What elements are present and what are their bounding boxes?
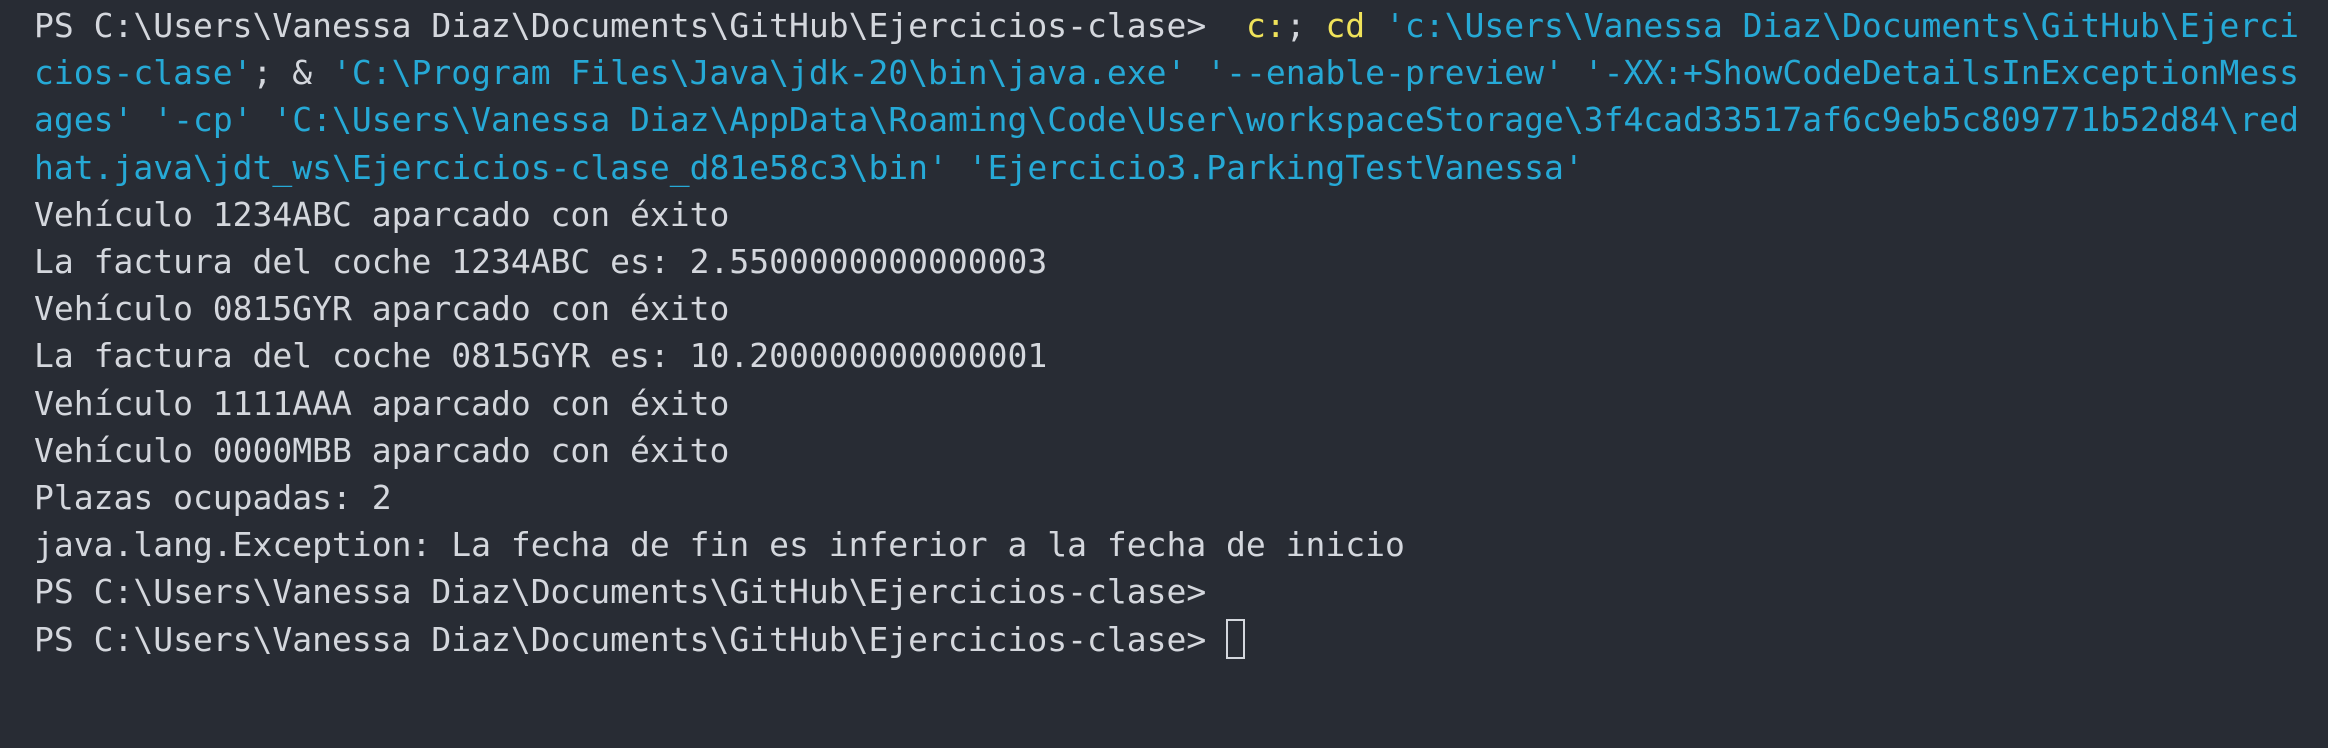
command-space [1564,53,1584,92]
active-prompt-line[interactable]: PS C:\Users\Vanessa Diaz\Documents\GitHu… [34,616,2328,663]
command-call-operator: ; & [252,53,333,93]
command-space [1186,53,1206,92]
prompt-line: PS C:\Users\Vanessa Diaz\Documents\GitHu… [34,572,1207,612]
command-space [1365,6,1385,45]
command-arg-cp: '-cp' [153,100,253,140]
text-cursor [1226,618,1246,659]
output-line: Vehículo 1111AAA aparcado con éxito [34,383,730,423]
command-cd: cd [1325,6,1366,45]
command-space [253,100,273,139]
output-line: Plazas ocupadas: 2 [34,477,392,517]
output-line: Vehículo 1234ABC aparcado con éxito [34,194,730,234]
command-line: PS C:\Users\Vanessa Diaz\Documents\GitHu… [34,2,2304,191]
exception-line: java.lang.Exception: La fecha de fin es … [34,525,1405,565]
output-line: Vehículo 0000MBB aparcado con éxito [34,430,730,470]
active-prompt: PS C:\Users\Vanessa Diaz\Documents\GitHu… [34,619,1227,659]
command-arg-preview: '--enable-preview' [1206,53,1564,93]
command-prompt: PS C:\Users\Vanessa Diaz\Documents\GitHu… [34,6,1246,45]
command-drive: c: [1245,6,1286,45]
command-space [133,100,153,139]
output-line: La factura del coche 1234ABC es: 2.55000… [34,242,1048,281]
command-main-class: 'Ejercicio3.ParkingTestVanessa' [967,147,1584,187]
command-space [948,148,968,187]
output-line: La factura del coche 0815GYR es: 10.2000… [34,336,1048,376]
terminal-panel[interactable]: PS C:\Users\Vanessa Diaz\Documents\GitHu… [0,0,2328,748]
output-line: Vehículo 0815GYR aparcado con éxito [34,289,730,329]
command-separator: ; [1285,6,1326,45]
command-java-exe: 'C:\Program Files\Java\jdk-20\bin\java.e… [332,53,1187,93]
